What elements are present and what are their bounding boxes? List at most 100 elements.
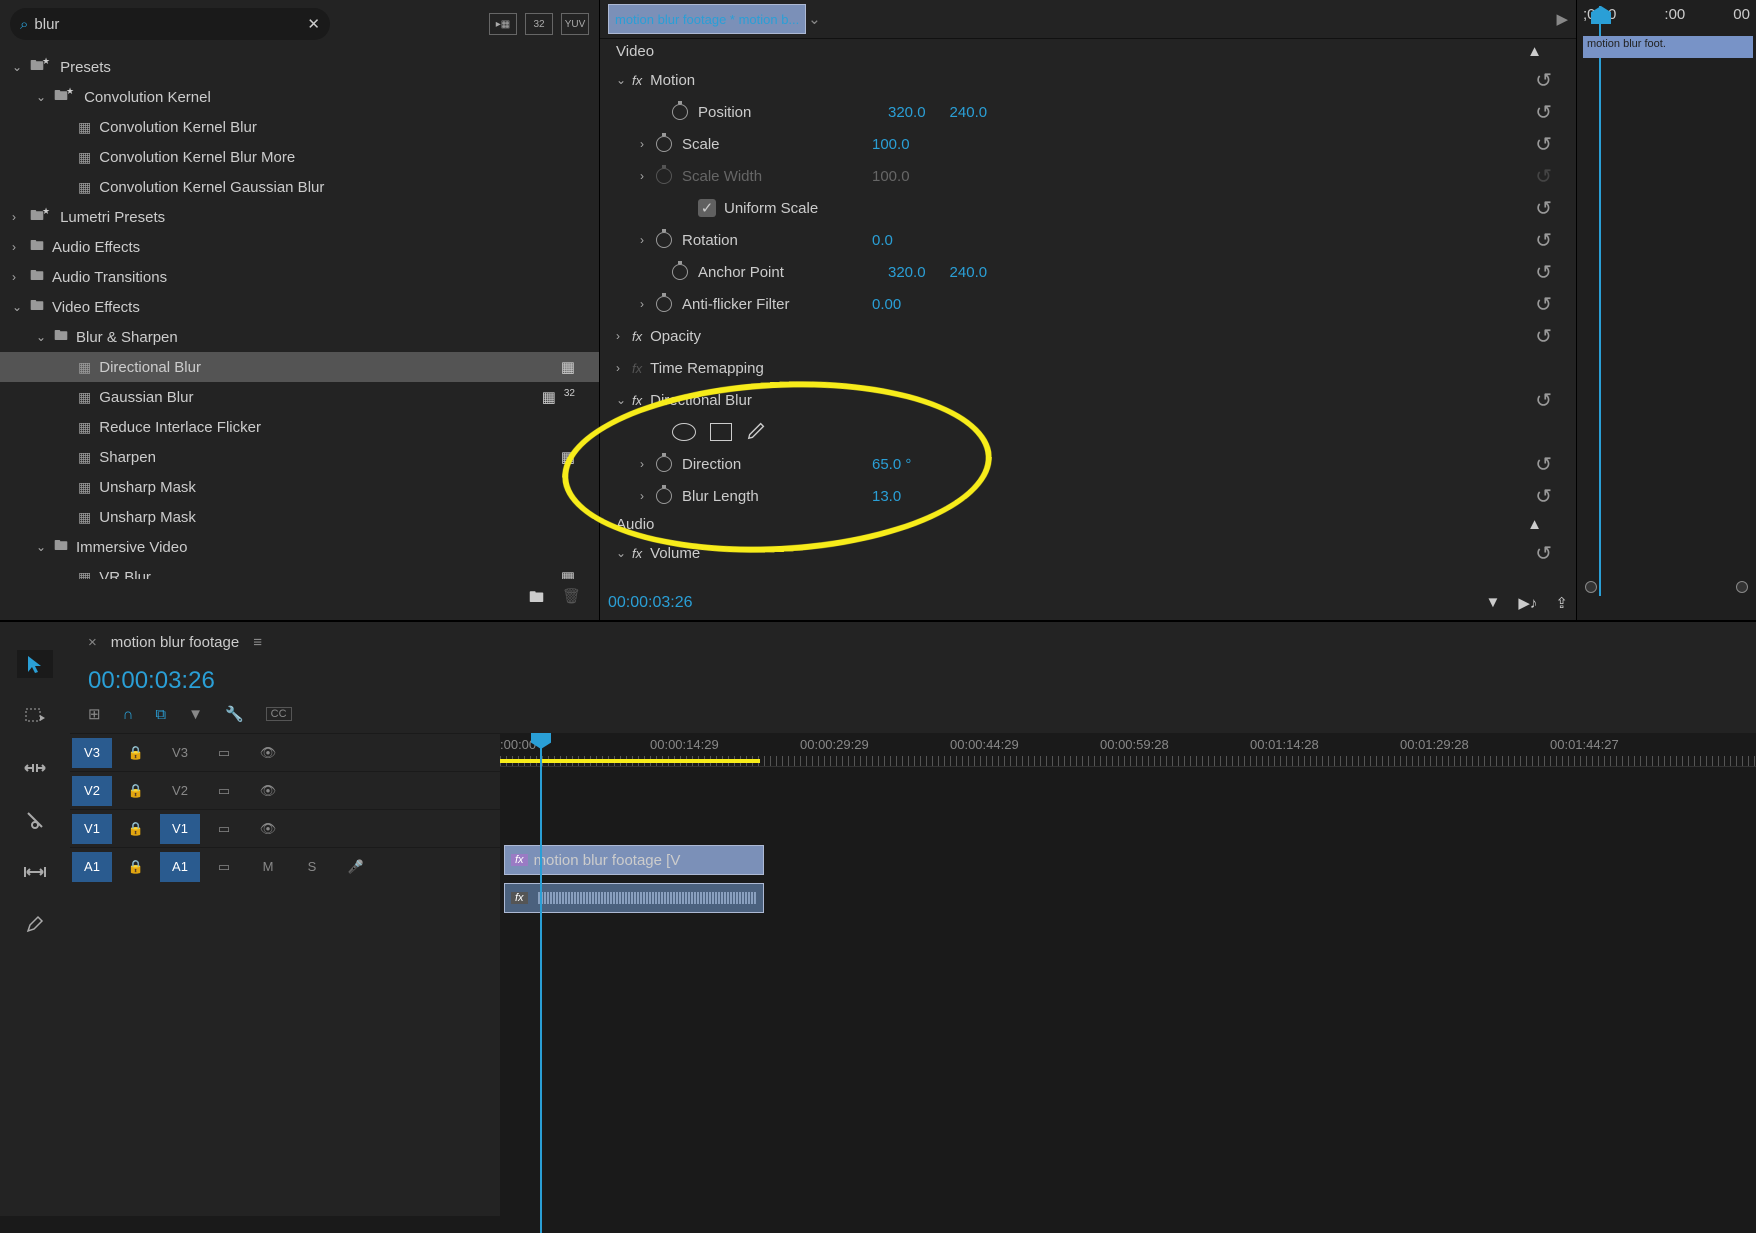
- reset-icon[interactable]: ↺: [1535, 228, 1552, 253]
- timeline-ruler[interactable]: :00:00 00:00:14:29 00:00:29:29 00:00:44:…: [500, 733, 1756, 767]
- rect-mask-icon[interactable]: [710, 423, 732, 441]
- tree-audio-tr[interactable]: ›🖿Audio Transitions: [0, 262, 599, 292]
- video-clip[interactable]: fxmotion blur footage [V: [504, 845, 764, 875]
- stopwatch-icon[interactable]: [672, 264, 688, 280]
- timeline-timecode[interactable]: 00:00:03:26: [70, 663, 1756, 705]
- ripple-edit-tool-icon[interactable]: [17, 754, 53, 782]
- effect-timecode[interactable]: 00:00:03:26: [608, 594, 693, 612]
- clip-label[interactable]: motion blur footage * motion b...: [608, 4, 806, 34]
- tree-video-fx[interactable]: ⌄🖿Video Effects: [0, 292, 599, 322]
- effect-time-remap[interactable]: ›fxTime Remapping: [600, 352, 1576, 384]
- reset-icon[interactable]: ↺: [1535, 68, 1552, 93]
- pen-tool-icon[interactable]: [17, 910, 53, 938]
- tree-convolution[interactable]: ⌄🖿★Convolution Kernel: [0, 82, 599, 112]
- tree-presets[interactable]: ⌄🖿★Presets: [0, 52, 599, 82]
- filter-icon[interactable]: ▼: [1486, 594, 1501, 612]
- sync-lock-icon[interactable]: ▭: [204, 814, 244, 844]
- tree-sharpen[interactable]: ▦Sharpen▦: [0, 442, 599, 472]
- sync-lock-icon[interactable]: ▭: [204, 776, 244, 806]
- lock-icon[interactable]: 🔒: [116, 814, 156, 844]
- eye-icon[interactable]: 👁: [248, 776, 288, 806]
- reset-icon[interactable]: ↺: [1535, 452, 1552, 477]
- sequence-tab[interactable]: motion blur footage: [111, 634, 239, 651]
- effect-opacity[interactable]: ›fxOpacity↺: [600, 320, 1576, 352]
- reset-icon[interactable]: ↺: [1535, 292, 1552, 317]
- pen-mask-icon[interactable]: [746, 419, 768, 445]
- insert-mode-icon[interactable]: ⊞: [88, 705, 101, 723]
- clear-search-icon[interactable]: ✕: [307, 15, 320, 33]
- prop-direction[interactable]: ›Direction65.0 °↺: [600, 448, 1576, 480]
- collapse-icon[interactable]: ▲: [1527, 43, 1542, 60]
- tree-conv-blur[interactable]: ▦Convolution Kernel Blur: [0, 112, 599, 142]
- effect-motion[interactable]: ⌄fxMotion↺: [600, 64, 1576, 96]
- search-box[interactable]: ⌕ ✕: [10, 8, 330, 40]
- search-input[interactable]: [34, 16, 307, 33]
- stopwatch-icon[interactable]: [656, 296, 672, 312]
- snap-icon[interactable]: ∩: [123, 706, 134, 723]
- lock-icon[interactable]: 🔒: [116, 776, 156, 806]
- tree-conv-gauss[interactable]: ▦Convolution Kernel Gaussian Blur: [0, 172, 599, 202]
- reset-icon[interactable]: ↺: [1535, 196, 1552, 221]
- track-content[interactable]: :00:00 00:00:14:29 00:00:29:29 00:00:44:…: [500, 733, 1756, 1216]
- play-icon[interactable]: ▶: [1556, 10, 1568, 28]
- play-only-icon[interactable]: ▶♪: [1518, 594, 1537, 612]
- track-a1[interactable]: A1 🔒 A1 ▭ M S 🎤: [70, 847, 500, 885]
- prop-rotation[interactable]: ›Rotation0.0↺: [600, 224, 1576, 256]
- linked-selection-icon[interactable]: ⧉: [155, 706, 166, 723]
- yuv-filter-icon[interactable]: YUV: [561, 13, 589, 35]
- eye-icon[interactable]: 👁: [248, 814, 288, 844]
- tree-vr-blur[interactable]: ▦VR Blur▦: [0, 562, 599, 579]
- lock-icon[interactable]: 🔒: [116, 738, 156, 768]
- mini-zoom-scroll[interactable]: [1585, 582, 1748, 592]
- tree-unsharp-2[interactable]: ▦Unsharp Mask: [0, 502, 599, 532]
- accelerated-filter-icon[interactable]: ▸▦: [489, 13, 517, 35]
- lock-icon[interactable]: 🔒: [116, 852, 156, 882]
- track-v2[interactable]: V2 🔒 V2 ▭ 👁: [70, 771, 500, 809]
- work-area-bar[interactable]: [500, 759, 760, 763]
- prop-scale[interactable]: ›Scale100.0↺: [600, 128, 1576, 160]
- tree-audio-fx[interactable]: ›🖿Audio Effects: [0, 232, 599, 262]
- playhead[interactable]: [540, 733, 542, 1233]
- mini-clip[interactable]: motion blur foot.: [1583, 36, 1753, 58]
- collapse-icon[interactable]: ▲: [1527, 516, 1542, 533]
- stopwatch-icon[interactable]: [656, 136, 672, 152]
- effect-directional-blur[interactable]: ⌄fxDirectional Blur↺: [600, 384, 1576, 416]
- reset-icon[interactable]: ↺: [1535, 388, 1552, 413]
- tree-reduce[interactable]: ▦Reduce Interlace Flicker: [0, 412, 599, 442]
- prop-antiflicker[interactable]: ›Anti-flicker Filter0.00↺: [600, 288, 1576, 320]
- tab-menu-icon[interactable]: ≡: [253, 634, 262, 651]
- sync-lock-icon[interactable]: ▭: [204, 738, 244, 768]
- reset-icon[interactable]: ↺: [1535, 324, 1552, 349]
- track-select-tool-icon[interactable]: [17, 702, 53, 730]
- track-v3[interactable]: V3 🔒 V3 ▭ 👁: [70, 733, 500, 771]
- 32bit-filter-icon[interactable]: 32: [525, 13, 553, 35]
- sync-lock-icon[interactable]: ▭: [204, 852, 244, 882]
- selection-tool-icon[interactable]: [17, 650, 53, 678]
- audio-clip[interactable]: fx: [504, 883, 764, 913]
- prop-uniform-scale[interactable]: ✓Uniform Scale↺: [600, 192, 1576, 224]
- reset-icon[interactable]: ↺: [1535, 541, 1552, 566]
- tree-blur-sharpen[interactable]: ⌄🖿Blur & Sharpen: [0, 322, 599, 352]
- marker-icon[interactable]: ▼: [188, 706, 203, 723]
- effect-volume[interactable]: ⌄fxVolume↺: [600, 537, 1576, 569]
- export-icon[interactable]: ⇪: [1555, 594, 1568, 612]
- tree-conv-blur-more[interactable]: ▦Convolution Kernel Blur More: [0, 142, 599, 172]
- reset-icon[interactable]: ↺: [1535, 260, 1552, 285]
- stopwatch-icon[interactable]: [672, 104, 688, 120]
- tree-unsharp[interactable]: ▦Unsharp Mask: [0, 472, 599, 502]
- stopwatch-icon[interactable]: [656, 456, 672, 472]
- tree-immersive[interactable]: ⌄🖿Immersive Video: [0, 532, 599, 562]
- reset-icon[interactable]: ↺: [1535, 484, 1552, 509]
- reset-icon[interactable]: ↺: [1535, 132, 1552, 157]
- stopwatch-icon[interactable]: [656, 232, 672, 248]
- razor-tool-icon[interactable]: [17, 806, 53, 834]
- delete-icon[interactable]: 🗑: [562, 587, 581, 612]
- ellipse-mask-icon[interactable]: [672, 423, 696, 441]
- track-v1[interactable]: V1 🔒 V1 ▭ 👁: [70, 809, 500, 847]
- mini-timeline[interactable]: ;0:00 :00 00 motion blur foot.: [1576, 0, 1756, 620]
- tree-gaussian[interactable]: ▦Gaussian Blur▦32: [0, 382, 599, 412]
- tree-lumetri[interactable]: ›🖿★Lumetri Presets: [0, 202, 599, 232]
- new-bin-icon[interactable]: 🖿: [529, 587, 544, 612]
- stopwatch-icon[interactable]: [656, 488, 672, 504]
- prop-position[interactable]: Position320.0240.0↺: [600, 96, 1576, 128]
